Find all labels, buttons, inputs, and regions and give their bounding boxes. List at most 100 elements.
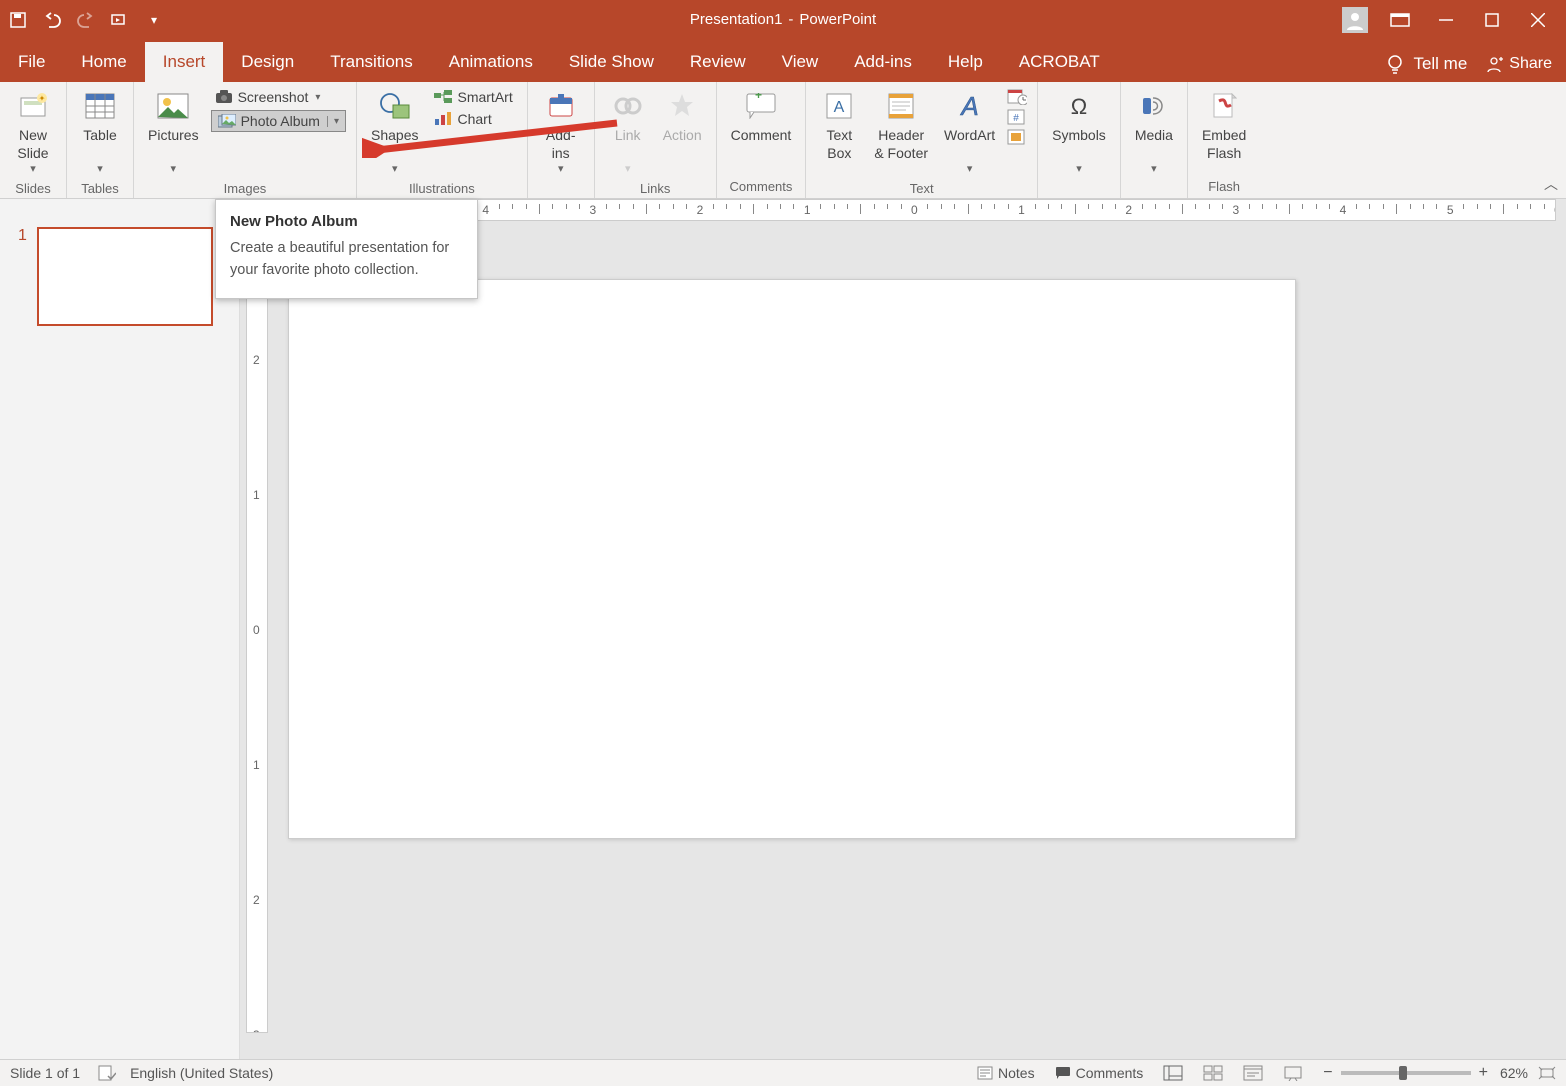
zoom-in-button[interactable]: + (1479, 1064, 1488, 1082)
status-bar: Slide 1 of 1 English (United States) Not… (0, 1059, 1566, 1086)
save-icon[interactable] (8, 10, 28, 30)
tab-addins[interactable]: Add-ins (836, 42, 930, 82)
tooltip-body: Create a beautiful presentation for your… (230, 238, 463, 282)
svg-text:✦: ✦ (39, 94, 46, 103)
zoom-level[interactable]: 62% (1500, 1065, 1528, 1081)
pictures-icon (155, 88, 191, 124)
collapse-ribbon-icon[interactable]: ︿ (1544, 174, 1558, 194)
window-title: Presentation1 - PowerPoint (690, 11, 876, 28)
comments-button[interactable]: Comments (1045, 1060, 1154, 1086)
qat-customize-icon[interactable]: ▾ (144, 10, 164, 30)
wordart-button[interactable]: A WordArt▾ (936, 86, 1003, 179)
slideshow-view-button[interactable] (1273, 1060, 1313, 1086)
group-tables: Table▾ Tables (67, 82, 134, 198)
object-icon[interactable] (1007, 129, 1027, 145)
wordart-icon: A (952, 88, 988, 124)
action-icon (664, 88, 700, 124)
group-images: Pictures▾ Screenshot▾ Photo Album ▾ Imag… (134, 82, 357, 198)
app-name: PowerPoint (799, 11, 876, 28)
undo-icon[interactable] (42, 10, 62, 30)
svg-text:A: A (834, 99, 845, 116)
close-button[interactable] (1524, 6, 1552, 34)
slide-indicator[interactable]: Slide 1 of 1 (10, 1065, 80, 1081)
media-icon (1136, 88, 1172, 124)
photo-album-button[interactable]: Photo Album ▾ (211, 110, 346, 132)
account-avatar[interactable] (1342, 7, 1368, 33)
screenshot-icon (215, 90, 233, 104)
share-button[interactable]: Share (1485, 55, 1552, 73)
tooltip-title: New Photo Album (230, 213, 463, 230)
date-time-icon[interactable] (1007, 87, 1027, 105)
group-flash: Embed Flash Flash (1188, 82, 1260, 198)
svg-text:A: A (959, 93, 978, 119)
new-slide-button[interactable]: ✦ New Slide▾ (6, 86, 60, 179)
reading-view-button[interactable] (1233, 1060, 1273, 1086)
fit-to-window-button[interactable] (1538, 1066, 1556, 1080)
tab-file[interactable]: File (0, 42, 63, 82)
tooltip-photo-album: New Photo Album Create a beautiful prese… (215, 199, 478, 299)
comment-button[interactable]: + Comment (723, 86, 800, 146)
ribbon: ✦ New Slide▾ Slides Table▾ Tables Pictur… (0, 82, 1566, 199)
smartart-icon (434, 90, 452, 104)
embed-flash-button[interactable]: Embed Flash (1194, 86, 1254, 164)
zoom-out-button[interactable]: − (1323, 1064, 1332, 1082)
minimize-button[interactable] (1432, 6, 1460, 34)
comments-icon (1055, 1066, 1071, 1080)
smartart-button[interactable]: SmartArt (430, 88, 516, 106)
group-comments: + Comment Comments (717, 82, 807, 198)
header-footer-button[interactable]: Header & Footer (866, 86, 936, 164)
lightbulb-icon (1385, 54, 1405, 74)
svg-text:Ω: Ω (1071, 94, 1087, 118)
tell-me[interactable]: Tell me (1371, 54, 1481, 74)
flash-icon (1206, 88, 1242, 124)
svg-text:+: + (755, 93, 762, 102)
group-symbols: Ω Symbols▾ (1038, 82, 1121, 198)
media-button[interactable]: Media▾ (1127, 86, 1181, 179)
slide-canvas[interactable] (288, 279, 1296, 839)
symbols-icon: Ω (1061, 88, 1097, 124)
ribbon-tabs: File Home Insert Design Transitions Anim… (0, 39, 1566, 82)
pictures-button[interactable]: Pictures▾ (140, 86, 207, 179)
tab-home[interactable]: Home (63, 42, 144, 82)
slide-number-icon[interactable]: # (1007, 109, 1027, 125)
maximize-button[interactable] (1478, 6, 1506, 34)
tab-slideshow[interactable]: Slide Show (551, 42, 672, 82)
photo-album-icon (218, 114, 236, 128)
language-indicator[interactable]: English (United States) (130, 1065, 273, 1081)
tab-animations[interactable]: Animations (431, 42, 551, 82)
zoom-slider[interactable] (1341, 1071, 1471, 1075)
redo-icon[interactable] (76, 10, 96, 30)
tab-view[interactable]: View (764, 42, 837, 82)
slide-thumbnails-panel: 1 (0, 199, 240, 1059)
ribbon-display-options-icon[interactable] (1386, 6, 1414, 34)
doc-name: Presentation1 (690, 11, 783, 28)
comment-icon: + (743, 88, 779, 124)
table-button[interactable]: Table▾ (73, 86, 127, 179)
slide-thumbnail-1[interactable] (37, 227, 213, 326)
header-footer-icon (883, 88, 919, 124)
spellcheck-icon[interactable] (98, 1065, 116, 1081)
symbols-button[interactable]: Ω Symbols▾ (1044, 86, 1114, 179)
svg-text:#: # (1013, 113, 1019, 124)
vertical-ruler: 3210123 (246, 223, 268, 1033)
tab-review[interactable]: Review (672, 42, 764, 82)
share-icon (1485, 55, 1503, 73)
tab-help[interactable]: Help (930, 42, 1001, 82)
tab-transitions[interactable]: Transitions (312, 42, 431, 82)
text-box-button[interactable]: A Text Box (812, 86, 866, 164)
tab-acrobat[interactable]: ACROBAT (1001, 42, 1118, 82)
text-box-icon: A (821, 88, 857, 124)
tab-insert[interactable]: Insert (145, 42, 224, 82)
notes-button[interactable]: Notes (967, 1060, 1045, 1086)
slide-sorter-view-button[interactable] (1193, 1060, 1233, 1086)
annotation-arrow (362, 118, 632, 158)
title-bar: ▾ Presentation1 - PowerPoint (0, 0, 1566, 39)
notes-icon (977, 1066, 993, 1080)
normal-view-button[interactable] (1153, 1060, 1193, 1086)
start-from-beginning-icon[interactable] (110, 10, 130, 30)
screenshot-button[interactable]: Screenshot▾ (211, 88, 346, 106)
tab-design[interactable]: Design (223, 42, 312, 82)
group-text: A Text Box Header & Footer A WordArt▾ # … (806, 82, 1038, 198)
editing-area: 1 6543210123456 3210123 (0, 199, 1566, 1059)
thumbnail-number: 1 (18, 227, 27, 245)
